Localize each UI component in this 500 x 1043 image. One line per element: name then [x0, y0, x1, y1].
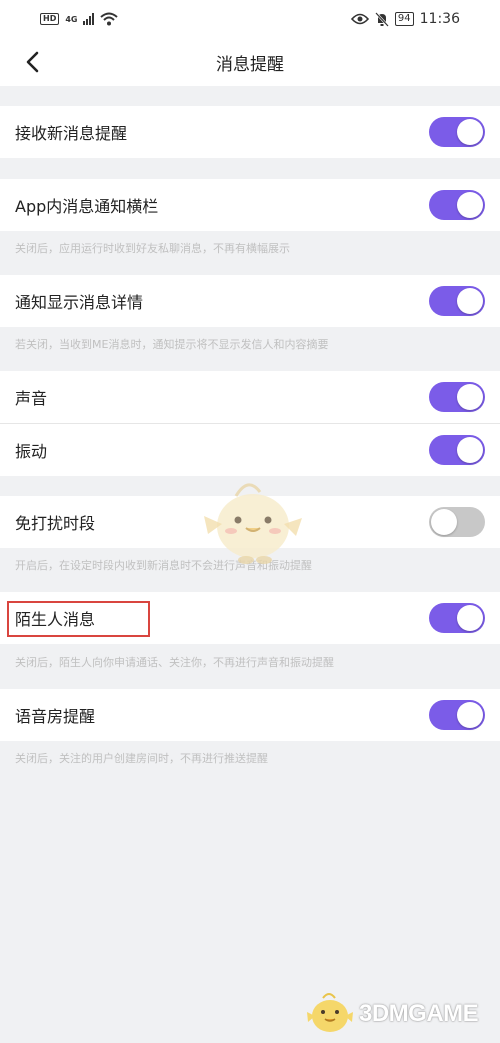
setting-row-sound: 声音	[0, 371, 500, 423]
setting-row-voice-room: 语音房提醒	[0, 689, 500, 741]
page-title: 消息提醒	[216, 54, 284, 75]
watermark-text: 3DMGAME	[359, 1000, 479, 1027]
watermark: 3DMGAME	[305, 992, 479, 1036]
setting-label: 声音	[15, 389, 48, 408]
setting-label: 振动	[15, 442, 48, 461]
wifi-icon	[100, 12, 119, 26]
stranger-toggle[interactable]	[429, 603, 485, 633]
signal-icon	[83, 13, 95, 25]
in-app-banner-toggle[interactable]	[429, 190, 485, 220]
battery-indicator: 94	[394, 12, 414, 26]
setting-row-receive-new: 接收新消息提醒	[0, 106, 500, 158]
status-right: 94 11:36	[350, 11, 460, 27]
show-details-toggle[interactable]	[429, 286, 485, 316]
bell-muted-icon	[375, 11, 389, 27]
setting-label: 免打扰时段	[15, 514, 96, 533]
sound-toggle[interactable]	[429, 382, 485, 412]
show-details-hint: 若关闭，当收到ME消息时，通知提示将不显示发信人和内容摘要	[15, 338, 329, 351]
vibrate-toggle[interactable]	[429, 435, 485, 465]
in-app-banner-hint: 关闭后，应用运行时收到好友私聊消息，不再有横幅展示	[15, 242, 290, 255]
toggle-knob	[457, 605, 483, 631]
voice-room-hint: 关闭后，关注的用户创建房间时，不再进行推送提醒	[15, 752, 268, 765]
toggle-knob	[457, 702, 483, 728]
toggle-knob	[457, 119, 483, 145]
nav-bar: 消息提醒	[0, 38, 500, 86]
setting-row-vibrate: 振动	[0, 424, 500, 476]
status-left: HD 4G	[40, 12, 119, 26]
status-bar: HD 4G 94 11:36	[0, 0, 500, 38]
clock: 11:36	[419, 11, 460, 27]
back-button[interactable]	[20, 48, 44, 76]
voice-room-toggle[interactable]	[429, 700, 485, 730]
toggle-knob	[457, 437, 483, 463]
toggle-knob	[457, 384, 483, 410]
chevron-left-icon	[26, 51, 39, 73]
receive-new-toggle[interactable]	[429, 117, 485, 147]
setting-label: App内消息通知横栏	[15, 197, 159, 216]
toggle-knob	[431, 509, 457, 535]
network-type: 4G	[65, 14, 78, 24]
setting-label: 通知显示消息详情	[15, 293, 144, 312]
highlight-box	[7, 601, 150, 637]
watermark-mascot-icon	[307, 993, 353, 1032]
hd-badge: HD	[40, 13, 60, 25]
mascot-image	[204, 483, 302, 564]
setting-label: 语音房提醒	[15, 707, 96, 726]
stranger-hint: 关闭后，陌生人向你申请通话、关注你，不再进行声音和振动提醒	[15, 656, 334, 669]
toggle-knob	[457, 288, 483, 314]
setting-label: 接收新消息提醒	[15, 124, 128, 143]
setting-row-show-details: 通知显示消息详情	[0, 275, 500, 327]
dnd-toggle[interactable]	[429, 507, 485, 537]
toggle-knob	[457, 192, 483, 218]
eye-icon	[350, 13, 369, 25]
setting-row-in-app-banner: App内消息通知横栏	[0, 179, 500, 231]
